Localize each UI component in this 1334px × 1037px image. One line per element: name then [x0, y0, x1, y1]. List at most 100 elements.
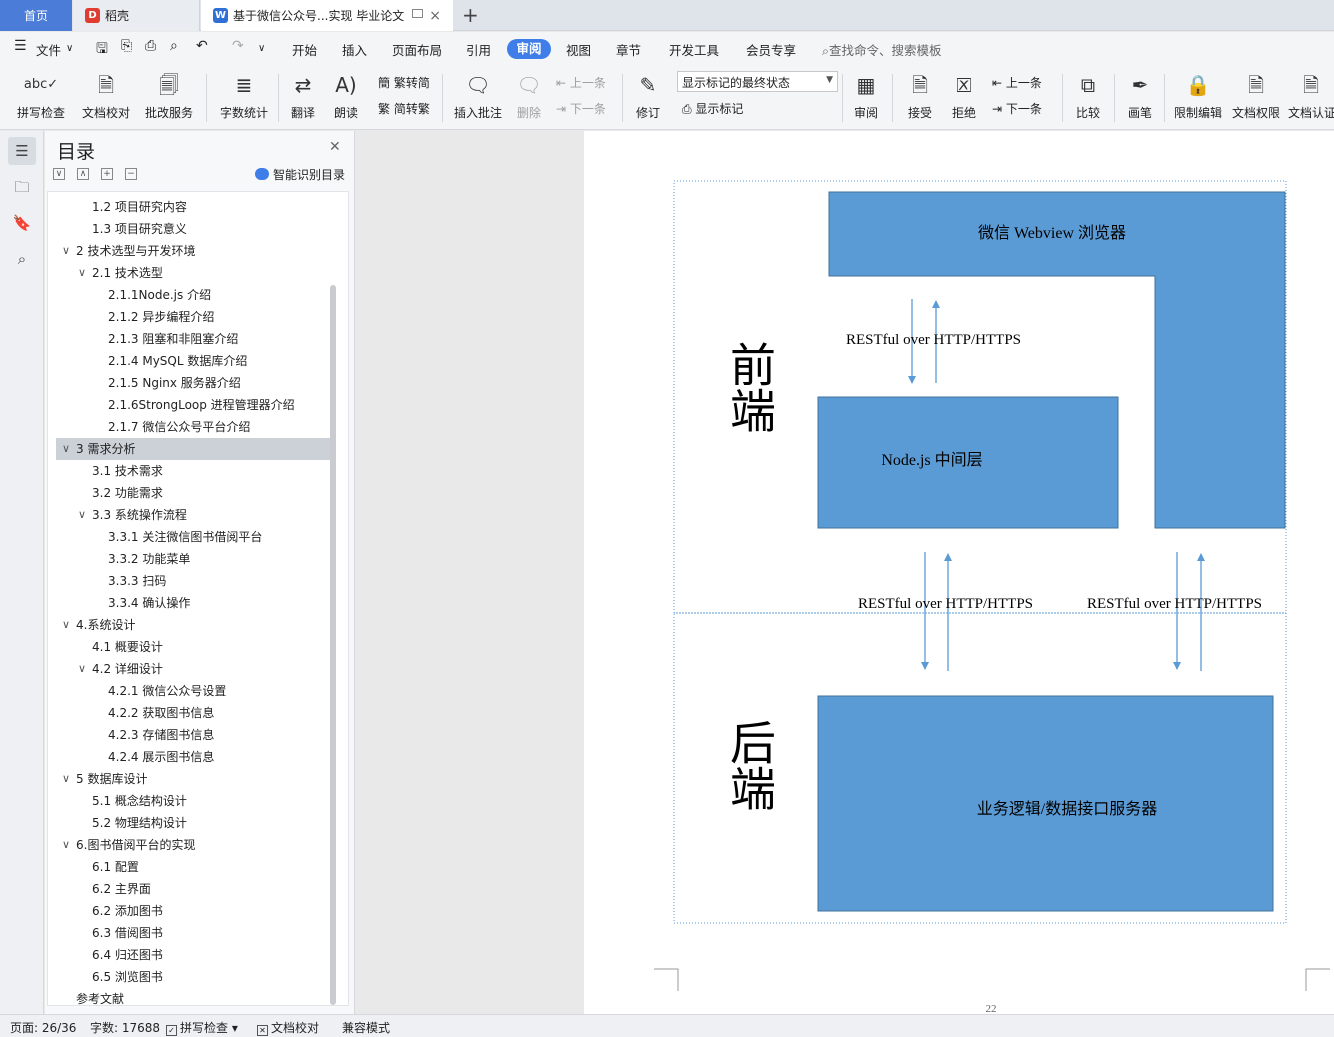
translate-button[interactable]: ⇄ 翻译: [284, 72, 322, 121]
toc-item[interactable]: ∨ 3 需求分析: [56, 438, 330, 460]
toc-item[interactable]: 2.1.7 微信公众号平台介绍: [56, 416, 330, 438]
chevron-down-icon[interactable]: ∨: [62, 438, 70, 460]
next-comment-button[interactable]: ⇥ 下一条: [556, 100, 606, 117]
chevron-down-icon[interactable]: ∨: [78, 504, 86, 526]
print-icon[interactable]: ⎙: [145, 38, 156, 54]
toc-item[interactable]: ∨ 4.系统设计: [56, 614, 330, 636]
toc-item[interactable]: 4.2.2 获取图书信息: [56, 702, 330, 724]
toc-item[interactable]: 3.2 功能需求: [56, 482, 330, 504]
command-search-input[interactable]: ⌕查找命令、搜索模板: [822, 40, 942, 59]
word-count-indicator[interactable]: 字数: 17688: [90, 1019, 160, 1036]
toc-item[interactable]: ∨ 2 技术选型与开发环境: [56, 240, 330, 262]
menu-item-chapter[interactable]: 章节: [616, 40, 641, 59]
track-changes-button[interactable]: ✎ 修订: [628, 72, 668, 121]
toc-item[interactable]: ∨ 3.3 系统操作流程: [56, 504, 330, 526]
menu-item-view[interactable]: 视图: [566, 40, 591, 59]
collapse-all-icon[interactable]: ∨: [53, 168, 65, 180]
restrict-edit-button[interactable]: 🔒 限制编辑: [1170, 72, 1226, 121]
toc-item[interactable]: 3.3.1 关注微信图书借阅平台: [56, 526, 330, 548]
toc-item[interactable]: 2.1.1Node.js 介绍: [56, 284, 330, 306]
toc-item[interactable]: 4.2.1 微信公众号设置: [56, 680, 330, 702]
toc-item[interactable]: 5.1 概念结构设计: [56, 790, 330, 812]
toc-scrollbar[interactable]: [330, 155, 338, 1005]
toc-item[interactable]: 6.3 借阅图书: [56, 922, 330, 944]
toc-item[interactable]: 4.1 概要设计: [56, 636, 330, 658]
toc-item[interactable]: 3.1 技术需求: [56, 460, 330, 482]
doc-permission-button[interactable]: 🗎 文档权限: [1230, 72, 1282, 121]
word-count-button[interactable]: ≣ 字数统计: [216, 72, 272, 121]
toc-item[interactable]: 1.3 项目研究意义: [56, 218, 330, 240]
toc-item[interactable]: 2.1.6StrongLoop 进程管理器介绍: [56, 394, 330, 416]
toc-item[interactable]: ∨ 4.2 详细设计: [56, 658, 330, 680]
correction-service-button[interactable]: 🗐 批改服务: [138, 72, 200, 121]
prev-change-button[interactable]: ⇤ 上一条: [992, 74, 1042, 91]
trad-to-simp-button[interactable]: 簡 繁转简: [378, 74, 430, 91]
toc-item[interactable]: 2.1.4 MySQL 数据库介绍: [56, 350, 330, 372]
doc-proof-status[interactable]: ✕ 文档校对: [257, 1019, 319, 1036]
save-icon[interactable]: 🖫: [96, 38, 108, 62]
menu-item-insert[interactable]: 插入: [342, 40, 367, 59]
toc-item[interactable]: 4.2.3 存储图书信息: [56, 724, 330, 746]
monitor-icon[interactable]: [412, 9, 423, 18]
markup-state-select[interactable]: 显示标记的最终状态 ▼: [677, 71, 838, 92]
toc-item[interactable]: 参考文献: [56, 988, 330, 1005]
tab-document[interactable]: W 基于微信公众号...实现 毕业论文 ×: [201, 0, 453, 31]
add-tab-button[interactable]: +: [462, 3, 479, 27]
toc-item[interactable]: 6.2 添加图书: [56, 900, 330, 922]
menu-item-developer[interactable]: 开发工具: [669, 40, 719, 59]
tab-daoke[interactable]: D 稻壳: [73, 0, 200, 31]
export-icon[interactable]: ⎘: [121, 38, 132, 54]
toc-item[interactable]: 2.1.3 阻塞和非阻塞介绍: [56, 328, 330, 350]
prev-comment-button[interactable]: ⇤ 上一条: [556, 74, 606, 91]
toc-item[interactable]: 6.1 配置: [56, 856, 330, 878]
read-aloud-button[interactable]: A) 朗读: [328, 72, 364, 121]
tab-home[interactable]: 首页: [0, 0, 72, 31]
chevron-down-icon[interactable]: ∨: [78, 262, 86, 284]
insert-comment-button[interactable]: 🗨 插入批注: [452, 72, 504, 121]
toc-item[interactable]: 5.2 物理结构设计: [56, 812, 330, 834]
menu-item-references[interactable]: 引用: [466, 40, 491, 59]
accept-button[interactable]: 🗎 接受: [900, 72, 940, 121]
doc-auth-button[interactable]: 🗎 文档认证: [1288, 72, 1334, 121]
next-change-button[interactable]: ⇥ 下一条: [992, 100, 1042, 117]
close-tab-icon[interactable]: ×: [429, 8, 441, 24]
search-icon[interactable]: ⌕: [8, 245, 36, 273]
menu-item-layout[interactable]: 页面布局: [392, 40, 442, 59]
expand-all-icon[interactable]: ∧: [77, 168, 89, 180]
toc-item[interactable]: 6.2 主界面: [56, 878, 330, 900]
review-pane-button[interactable]: ▦ 审阅: [846, 72, 886, 121]
redo-icon[interactable]: ↷: [232, 38, 244, 54]
nav-panel-icon[interactable]: 🗀: [8, 173, 36, 201]
compare-button[interactable]: ⧉ 比较: [1068, 72, 1108, 121]
simp-to-trad-button[interactable]: 繁 简转繁: [378, 100, 430, 117]
undo-icon[interactable]: ↶: [196, 38, 208, 54]
spellcheck-button[interactable]: abc✓ 拼写检查: [10, 72, 72, 121]
chevron-down-icon[interactable]: ∨: [62, 614, 70, 636]
close-icon[interactable]: ✕: [329, 139, 341, 155]
print-preview-icon[interactable]: ⌕: [170, 38, 178, 54]
delete-comment-button[interactable]: 🗨 删除: [510, 72, 548, 121]
document-page[interactable]: 微信 Webview 浏览器 Node.js 中间层 业务逻辑/数据接口服务器 …: [584, 131, 1334, 1015]
toc-item[interactable]: 4.2.4 展示图书信息: [56, 746, 330, 768]
toc-item[interactable]: 2.1.5 Nginx 服务器介绍: [56, 372, 330, 394]
chevron-down-icon[interactable]: ∨: [62, 768, 70, 790]
menu-item-review[interactable]: 审阅: [507, 39, 551, 59]
pen-button[interactable]: ✒ 画笔: [1122, 72, 1158, 121]
spellcheck-status[interactable]: ✓ 拼写检查 ▾: [166, 1019, 238, 1036]
show-markup-button[interactable]: ⎙ 显示标记: [682, 100, 743, 117]
toc-item[interactable]: 2.1.2 异步编程介绍: [56, 306, 330, 328]
menu-item-start[interactable]: 开始: [292, 40, 317, 59]
toc-item[interactable]: ∨ 2.1 技术选型: [56, 262, 330, 284]
toc-panel-icon[interactable]: ☰: [8, 137, 36, 165]
quick-access-more-icon[interactable]: ∨: [258, 43, 265, 54]
bookmark-icon[interactable]: 🔖: [8, 209, 36, 237]
toc-item[interactable]: 6.5 浏览图书: [56, 966, 330, 988]
document-area[interactable]: 微信 Webview 浏览器 Node.js 中间层 业务逻辑/数据接口服务器 …: [356, 131, 1334, 1015]
hamburger-icon[interactable]: ☰: [14, 38, 27, 54]
doc-proof-button[interactable]: 🗎 文档校对: [78, 72, 134, 121]
toc-item[interactable]: 6.4 归还图书: [56, 944, 330, 966]
toc-item[interactable]: 3.3.3 扫码: [56, 570, 330, 592]
chevron-down-icon[interactable]: ∨: [62, 834, 70, 856]
toc-item[interactable]: ∨ 5 数据库设计: [56, 768, 330, 790]
add-heading-icon[interactable]: +: [101, 168, 113, 180]
